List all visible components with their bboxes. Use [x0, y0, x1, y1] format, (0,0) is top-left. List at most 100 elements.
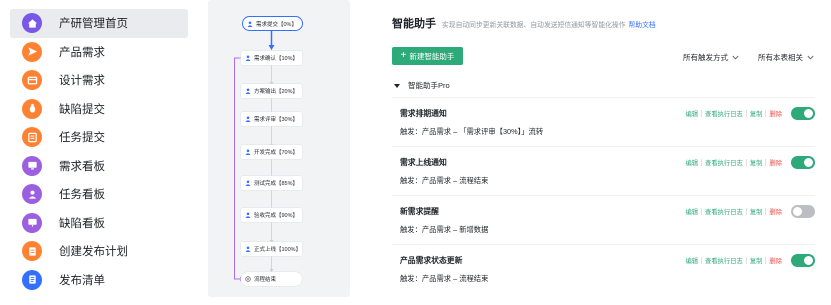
chevron-down-icon	[732, 55, 739, 60]
assistant-enable-toggle[interactable]	[791, 107, 815, 120]
sidebar-item-label: 缺陷提交	[59, 103, 105, 116]
flow-user-icon	[247, 21, 253, 27]
view-log-link[interactable]: 查看执行日志	[702, 158, 746, 167]
home-icon	[22, 13, 42, 34]
edit-link[interactable]: 编辑	[682, 207, 701, 216]
sidebar-item-bug-submit[interactable]: 缺陷提交	[10, 95, 188, 124]
card-icon	[22, 70, 42, 91]
flow-node-step[interactable]: 开发完成【70%】	[241, 145, 302, 159]
pencil-icon	[22, 127, 42, 148]
flow-end-icon	[245, 276, 251, 282]
monitor-icon	[22, 155, 42, 176]
assistant-actions: 编辑 查看执行日志 复制 删除	[682, 109, 785, 118]
toggle-knob	[804, 256, 813, 265]
delete-link[interactable]: 删除	[766, 109, 785, 118]
sidebar-item-release-list[interactable]: 发布清单	[10, 266, 188, 295]
trigger-filter-dropdown[interactable]: 所有触发方式	[683, 52, 739, 63]
view-log-link[interactable]: 查看执行日志	[702, 256, 746, 265]
flow-node-label: 开发完成【70%】	[254, 150, 299, 156]
copy-link[interactable]: 复制	[747, 207, 766, 216]
assistant-title: 需求排期通知	[400, 109, 447, 118]
flow-user-icon	[245, 88, 251, 94]
toggle-knob	[804, 109, 813, 118]
flow-node-label: 测试完成【85%】	[254, 181, 299, 187]
sidebar: 产研管理首页 产品需求 设计需求 缺陷提交 任务提交 需求看板 任务看板 缺陷看…	[10, 9, 188, 299]
flow-node-end[interactable]: 流程结束	[241, 272, 302, 286]
table-filter-label: 所有本表相关	[758, 53, 803, 62]
edit-link[interactable]: 编辑	[682, 158, 701, 167]
edit-link[interactable]: 编辑	[682, 109, 701, 118]
view-log-link[interactable]: 查看执行日志	[702, 109, 746, 118]
delete-link[interactable]: 删除	[766, 207, 785, 216]
assistant-trigger: 触发：产品需求 – 流程结束	[400, 274, 489, 283]
flow-node-step[interactable]: 测试完成【85%】	[241, 176, 302, 190]
screen: 产研管理首页 产品需求 设计需求 缺陷提交 任务提交 需求看板 任务看板 缺陷看…	[0, 0, 831, 305]
help-doc-link[interactable]: 帮助文档	[629, 19, 656, 29]
new-assistant-label: 新建智能助手	[409, 51, 455, 61]
sidebar-item-label: 任务看板	[59, 189, 105, 202]
sidebar-item-label: 需求看板	[59, 160, 105, 173]
flow-node-step[interactable]: 需求评审【30%】	[241, 112, 302, 126]
sidebar-item-design-requirements[interactable]: 设计需求	[10, 66, 188, 95]
sidebar-item-label: 任务提交	[59, 132, 105, 145]
flow-node-step[interactable]: 方案输出【20%】	[241, 84, 302, 98]
flow-node-label: 验收完成【90%】	[254, 213, 299, 219]
sidebar-item-label: 产研管理首页	[59, 18, 128, 31]
delete-link[interactable]: 删除	[766, 256, 785, 265]
assistant-enable-toggle[interactable]	[791, 254, 815, 267]
copy-link[interactable]: 复制	[747, 158, 766, 167]
flow-node-label: 需求提交【0%】	[256, 21, 297, 28]
flow-node-start[interactable]: 需求提交【0%】	[242, 16, 303, 31]
flow-node-step[interactable]: 验收完成【90%】	[241, 208, 302, 222]
flow-node-label: 方案输出【20%】	[254, 89, 299, 95]
workflow-panel: 需求提交【0%】 需求确认【10%】 方案输出【20%】 需求评审【30%】 开…	[208, 0, 350, 297]
assistant-actions: 编辑 查看执行日志 复制 删除	[682, 158, 785, 167]
page-description: 实现自动同步更新关联数据、自动发送短信通知等智能化操作	[442, 22, 626, 29]
panel-header: 智能助手 实现自动同步更新关联数据、自动发送短信通知等智能化操作 帮助文档	[392, 15, 656, 31]
sidebar-item-create-release-plan[interactable]: 创建发布计划	[10, 237, 188, 266]
assistant-actions: 编辑 查看执行日志 复制 删除	[682, 256, 785, 265]
caret-down-icon	[394, 83, 400, 88]
group-label: 智能助手Pro	[408, 81, 450, 90]
flow-node-label: 需求评审【30%】	[254, 117, 299, 123]
new-assistant-button[interactable]: + 新建智能助手	[392, 47, 463, 65]
flow-user-icon	[245, 149, 251, 155]
flow-user-icon	[245, 116, 251, 122]
flow-node-step[interactable]: 需求确认【10%】	[241, 51, 302, 65]
copy-link[interactable]: 复制	[747, 256, 766, 265]
assistant-enable-toggle[interactable]	[791, 156, 815, 169]
delete-link[interactable]: 删除	[766, 158, 785, 167]
assistant-card: 需求排期通知 触发：产品需求 – 「需求评审【30%】」流转 编辑 查看执行日志…	[392, 97, 815, 146]
assistant-trigger: 触发：产品需求 – 新增数据	[400, 225, 489, 234]
assistant-enable-toggle[interactable]	[791, 205, 815, 218]
flow-user-icon	[245, 55, 251, 61]
assistant-trigger: 触发：产品需求 – 流程结束	[400, 176, 489, 185]
sidebar-item-bug-board[interactable]: 缺陷看板	[10, 209, 188, 238]
sidebar-item-label: 缺陷看板	[59, 217, 105, 230]
sidebar-item-requirement-board[interactable]: 需求看板	[10, 152, 188, 181]
sidebar-item-label: 创建发布计划	[59, 246, 128, 259]
sidebar-item-label: 产品需求	[59, 46, 105, 59]
copy-link[interactable]: 复制	[747, 109, 766, 118]
assistant-title: 新需求提醒	[400, 207, 439, 216]
sidebar-item-product-requirements[interactable]: 产品需求	[10, 38, 188, 67]
sidebar-item-home[interactable]: 产研管理首页	[10, 9, 188, 38]
table-filter-dropdown[interactable]: 所有本表相关	[758, 52, 814, 63]
plan-icon	[22, 241, 42, 262]
assistant-title: 产品需求状态更新	[400, 256, 463, 265]
assistant-card: 新需求提醒 触发：产品需求 – 新增数据 编辑 查看执行日志 复制 删除	[392, 195, 815, 244]
edit-link[interactable]: 编辑	[682, 256, 701, 265]
assistant-group-header[interactable]: 智能助手Pro	[394, 80, 450, 91]
flow-node-label: 流程结束	[254, 277, 277, 283]
sidebar-item-task-board[interactable]: 任务看板	[10, 180, 188, 209]
person-board-icon	[22, 184, 42, 205]
flow-node-step[interactable]: 正式上线【100%】	[241, 242, 302, 256]
plus-icon: +	[400, 50, 407, 61]
view-log-link[interactable]: 查看执行日志	[702, 207, 746, 216]
page-title: 智能助手	[392, 18, 436, 30]
sidebar-item-task-submit[interactable]: 任务提交	[10, 123, 188, 152]
assistant-trigger: 触发：产品需求 – 「需求评审【30%】」流转	[400, 127, 544, 136]
sidebar-item-label: 设计需求	[59, 75, 105, 88]
chevron-down-icon	[807, 55, 814, 60]
assistant-panel: 智能助手 实现自动同步更新关联数据、自动发送短信通知等智能化操作 帮助文档 + …	[392, 0, 831, 305]
